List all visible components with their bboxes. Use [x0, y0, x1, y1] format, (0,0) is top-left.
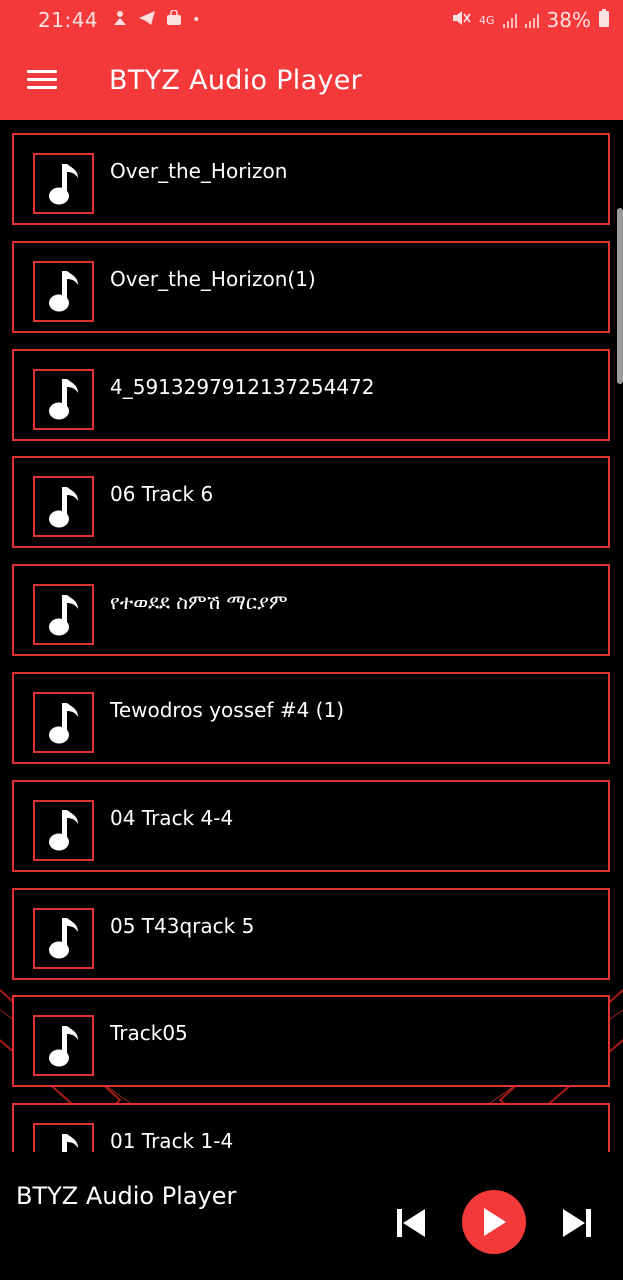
app-bar: BTYZ Audio Player [0, 40, 623, 120]
music-note-icon [33, 476, 94, 538]
track-item[interactable]: 06 Track 6 [12, 456, 610, 549]
battery-level: 38% [546, 8, 591, 32]
notification-icons: • [112, 8, 201, 32]
player-bar: BTYZ Audio Player [0, 1152, 623, 1280]
music-note-icon [33, 799, 94, 861]
play-icon [484, 1208, 506, 1236]
track-title: Tewodros yossef #4 (1) [110, 698, 344, 722]
track-item[interactable]: 4_5913297912137254472 [12, 348, 610, 441]
bag-icon [166, 8, 182, 31]
status-right: 4G 38% [451, 8, 609, 32]
track-title: 06 Track 6 [110, 482, 214, 507]
track-title: 05 T43qrack 5 [110, 913, 255, 938]
track-item[interactable]: 04 Track 4-4 [12, 779, 610, 872]
music-note-icon [33, 153, 94, 214]
status-bar: 21:44 • 4G 38% [0, 0, 623, 40]
track-title: Over_the_Horizon [110, 159, 288, 183]
track-title: 4_5913297912137254472 [110, 374, 375, 399]
track-item[interactable]: 01 Track 1-4 [12, 1103, 610, 1152]
track-item[interactable]: Over_the_Horizon [12, 133, 610, 225]
battery-icon [599, 8, 609, 32]
track-item[interactable]: Over_the_Horizon(1) [12, 240, 610, 333]
music-note-icon [33, 907, 94, 969]
pinned-icon [112, 9, 128, 32]
track-item[interactable]: የተወደደ ስምሽ ማርያም [12, 564, 610, 657]
skip-next-icon [563, 1209, 591, 1237]
scrollbar-thumb[interactable] [617, 208, 623, 384]
track-title: 01 Track 1-4 [110, 1129, 234, 1152]
music-note-icon [33, 584, 94, 646]
app-title: BTYZ Audio Player [109, 64, 363, 96]
previous-button[interactable] [394, 1206, 428, 1240]
next-button[interactable] [560, 1206, 594, 1240]
music-note-icon [33, 692, 94, 753]
track-title: 04 Track 4-4 [110, 805, 234, 830]
music-note-icon [33, 1123, 94, 1152]
track-item[interactable]: Track05 [12, 995, 610, 1088]
music-note-icon [33, 260, 94, 322]
signal-icon-2 [524, 12, 539, 28]
network-type: 4G [479, 13, 495, 27]
track-title: Over_the_Horizon(1) [110, 266, 316, 291]
mute-icon [451, 8, 471, 32]
track-title: Track05 [110, 1021, 188, 1046]
track-item[interactable]: 05 T43qrack 5 [12, 887, 610, 980]
track-item[interactable]: Tewodros yossef #4 (1) [12, 672, 610, 764]
music-note-icon [33, 1015, 94, 1077]
track-list[interactable]: Over_the_Horizon Over_the_Horizon(1) 4_591… [0, 120, 623, 1152]
signal-icon [502, 12, 517, 28]
now-playing-title: BTYZ Audio Player [16, 1182, 237, 1210]
skip-previous-icon [397, 1209, 425, 1237]
hamburger-menu-icon[interactable] [27, 69, 57, 91]
dot-icon: • [192, 12, 201, 28]
telegram-icon [138, 10, 156, 31]
music-note-icon [33, 368, 94, 430]
track-title: የተወደደ ስምሽ ማርያም [110, 590, 288, 615]
status-time: 21:44 [38, 8, 99, 32]
play-button[interactable] [462, 1190, 526, 1254]
